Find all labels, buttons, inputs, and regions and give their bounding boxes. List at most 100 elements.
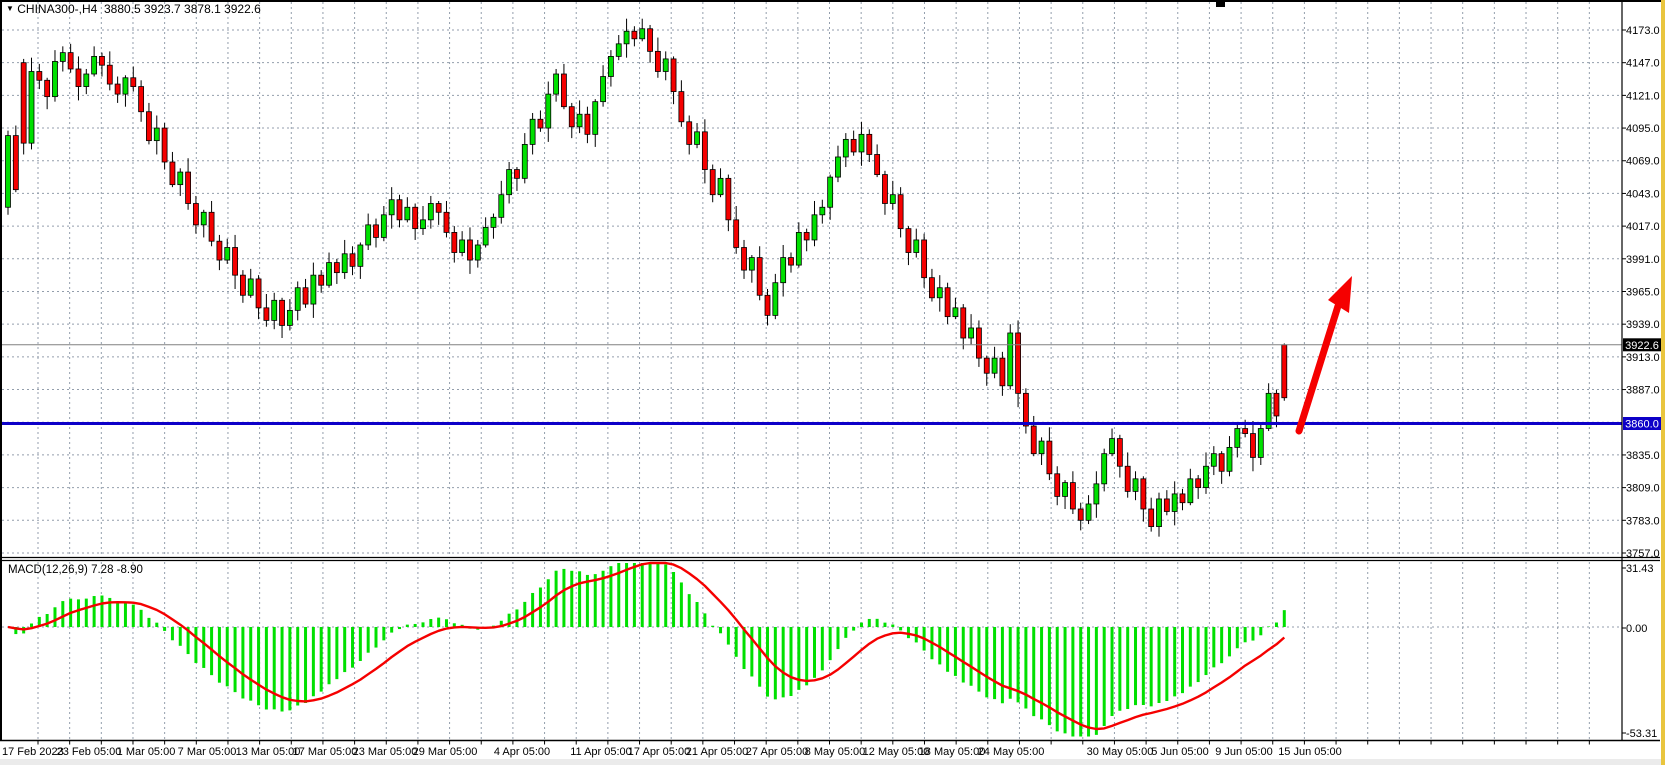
candle-body [914,240,919,253]
candle-body [264,308,269,321]
candle-body [1274,393,1279,416]
candle [6,131,11,215]
price-axis-label: 4069.0 [1626,156,1660,168]
candle-body [984,358,989,373]
candle-body [491,217,496,227]
candle-body [452,232,457,252]
candle-body [522,144,527,178]
candle-body [749,258,754,271]
candle-body [1250,434,1255,458]
price-axis-label: 3991.0 [1626,254,1660,266]
window-edge-strip [1661,0,1665,765]
candle-body [186,172,191,203]
candle-body [835,157,840,177]
candle-body [444,212,449,232]
candle-body [1016,333,1021,393]
mt4-chart-window: 4173.04147.04121.04095.04069.04043.04017… [0,0,1665,765]
candle-body [460,240,465,253]
candle-body [1172,494,1177,512]
candle-body [671,59,676,92]
candle-body [843,139,848,157]
candle-body [99,56,104,65]
candle-body [146,112,151,141]
candle-body [1243,429,1248,434]
current-price-badge-text: 3922.6 [1625,340,1659,352]
candle-body [608,56,613,76]
candle-body [1141,479,1146,509]
candle-body [1008,333,1013,386]
candle-body [514,170,519,179]
candle-body [311,275,316,304]
candle-body [851,139,856,152]
candle-body [280,300,285,325]
candle-body [52,61,57,96]
candle-body [68,53,73,69]
macd-axis-label: -53.31 [1626,728,1657,740]
candle-body [734,220,739,248]
candle-body [624,31,629,44]
price-axis-label: 3783.0 [1626,515,1660,527]
price-axis-label: 4173.0 [1626,25,1660,37]
candle-body [225,247,230,260]
candle-body [413,207,418,228]
candle-body [969,328,974,338]
candle-body [1188,479,1193,503]
candle-body [1086,504,1091,520]
candle-body [593,102,598,135]
candle-body [1180,494,1185,503]
candle-body [303,288,308,304]
candle-body [742,247,747,270]
price-axis-label: 3939.0 [1626,319,1660,331]
candle-body [616,44,621,57]
candle-body [60,53,65,62]
candle-body [554,74,559,94]
candle-body [1149,509,1154,527]
price-axis-label: 3913.0 [1626,352,1660,364]
time-axis-label: 23 Feb 05:00 [57,746,122,758]
time-axis: 17 Feb 202323 Feb 05:001 Mar 05:007 Mar … [2,746,1342,758]
candle-body [789,258,794,266]
candle-body [1070,483,1075,509]
candle-body [240,275,245,295]
price-axis-label: 3887.0 [1626,385,1660,397]
symbol-dropdown-icon[interactable]: ▼ [6,4,14,13]
candle-body [961,308,966,338]
time-axis-label: 5 Jun 05:00 [1151,746,1209,758]
candle-body [256,279,261,308]
chart-title: ▼ CHINA300-,H4 3880.5 3923.7 3878.1 3922… [6,2,261,16]
price-axis-label: 4095.0 [1626,123,1660,135]
price-axis-label: 4147.0 [1626,58,1660,70]
candle-body [1039,441,1044,454]
candle-body [710,170,715,195]
time-axis-label: 21 Apr 05:00 [686,746,748,758]
candle-body [585,114,590,134]
candle-body [1219,454,1224,472]
left-border [0,0,2,741]
candle-body [648,29,653,52]
time-axis-label: 30 May 05:00 [1087,746,1154,758]
candle-body [1094,484,1099,504]
symbol-period-label: CHINA300-,H4 [17,2,97,16]
macd-axis-label: 31.43 [1626,563,1654,575]
candle-body [804,232,809,240]
candle-body [655,51,660,71]
candle-body [546,94,551,128]
time-axis-label: 8 May 05:00 [805,746,866,758]
price-axis-label: 3965.0 [1626,286,1660,298]
time-axis-label: 17 Mar 05:00 [293,746,358,758]
footer-strip [0,759,1661,765]
candle-body [201,212,206,225]
candle-body [45,80,50,96]
candle-body [1211,454,1216,467]
candle-body [507,170,512,195]
candle-body [366,225,371,245]
candle-body [773,283,778,316]
candle-body [1063,483,1068,497]
candle-body [295,288,300,311]
candle-body [702,132,707,170]
candle-body [1000,358,1005,386]
candle-body [350,254,355,267]
price-chart[interactable]: 4173.04147.04121.04095.04069.04043.04017… [0,0,1665,765]
candle [13,126,18,193]
time-axis-label: 27 Apr 05:00 [746,746,808,758]
